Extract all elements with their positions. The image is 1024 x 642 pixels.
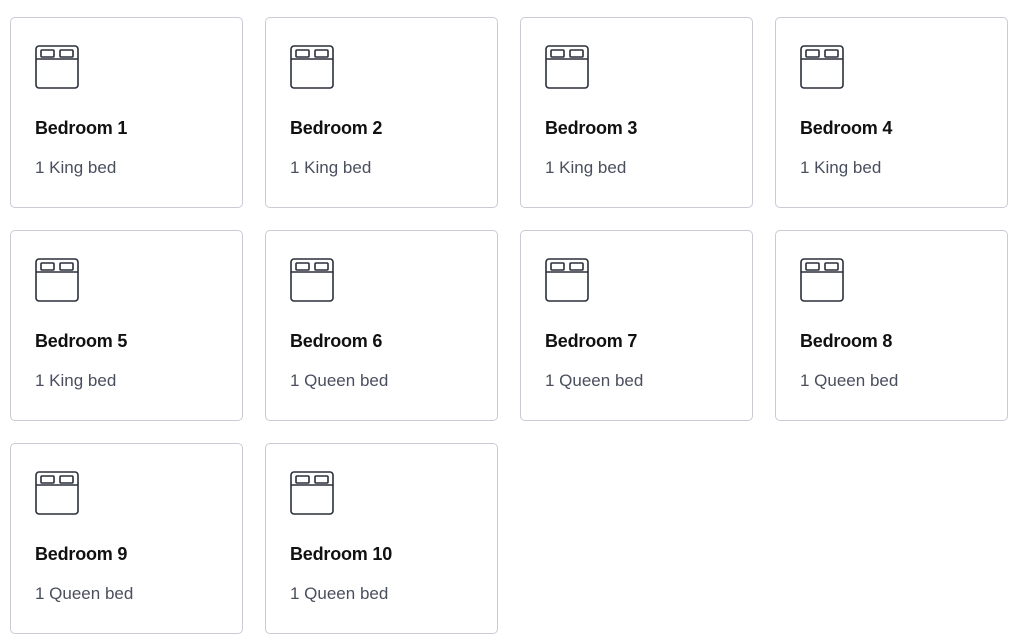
bedroom-name: Bedroom 2 [290, 118, 383, 138]
bed-description: 1 King bed [35, 158, 117, 177]
bedroom-card[interactable]: Bedroom 6 1 Queen bed [265, 230, 498, 421]
bed-icon [545, 45, 589, 89]
bedroom-name: Bedroom 5 [35, 331, 128, 351]
bedroom-card[interactable]: Bedroom 3 1 King bed [520, 17, 753, 208]
bed-description: 1 King bed [545, 158, 627, 177]
bedroom-card[interactable]: Bedroom 1 1 King bed [10, 17, 243, 208]
bed-description: 1 Queen bed [545, 371, 644, 390]
bed-icon [800, 258, 844, 302]
bedroom-card[interactable]: Bedroom 9 1 Queen bed [10, 443, 243, 634]
bedroom-name: Bedroom 7 [545, 331, 638, 351]
sleeping-arrangements-grid: Bedroom 1 1 King bed Bedroom 2 1 King be… [10, 17, 1008, 634]
bed-description: 1 Queen bed [290, 584, 389, 603]
bed-description: 1 King bed [290, 158, 372, 177]
bed-description: 1 Queen bed [800, 371, 899, 390]
bed-icon [290, 258, 334, 302]
bed-icon [35, 471, 79, 515]
bed-description: 1 Queen bed [35, 584, 134, 603]
bedroom-name: Bedroom 1 [35, 118, 128, 138]
bed-icon [800, 45, 844, 89]
bedroom-name: Bedroom 4 [800, 118, 893, 138]
bedroom-card[interactable]: Bedroom 2 1 King bed [265, 17, 498, 208]
bed-icon [545, 258, 589, 302]
bedroom-name: Bedroom 6 [290, 331, 383, 351]
bed-description: 1 Queen bed [290, 371, 389, 390]
bed-icon [35, 45, 79, 89]
bed-icon [290, 45, 334, 89]
bedroom-card[interactable]: Bedroom 8 1 Queen bed [775, 230, 1008, 421]
bed-icon [290, 471, 334, 515]
bedroom-card[interactable]: Bedroom 7 1 Queen bed [520, 230, 753, 421]
bedroom-card[interactable]: Bedroom 5 1 King bed [10, 230, 243, 421]
bedroom-name: Bedroom 9 [35, 544, 128, 564]
bedroom-name: Bedroom 3 [545, 118, 638, 138]
bedroom-card[interactable]: Bedroom 4 1 King bed [775, 17, 1008, 208]
bed-icon [35, 258, 79, 302]
bed-description: 1 King bed [800, 158, 882, 177]
bedroom-name: Bedroom 8 [800, 331, 893, 351]
bedroom-card[interactable]: Bedroom 10 1 Queen bed [265, 443, 498, 634]
bed-description: 1 King bed [35, 371, 117, 390]
bedroom-name: Bedroom 10 [290, 544, 393, 564]
